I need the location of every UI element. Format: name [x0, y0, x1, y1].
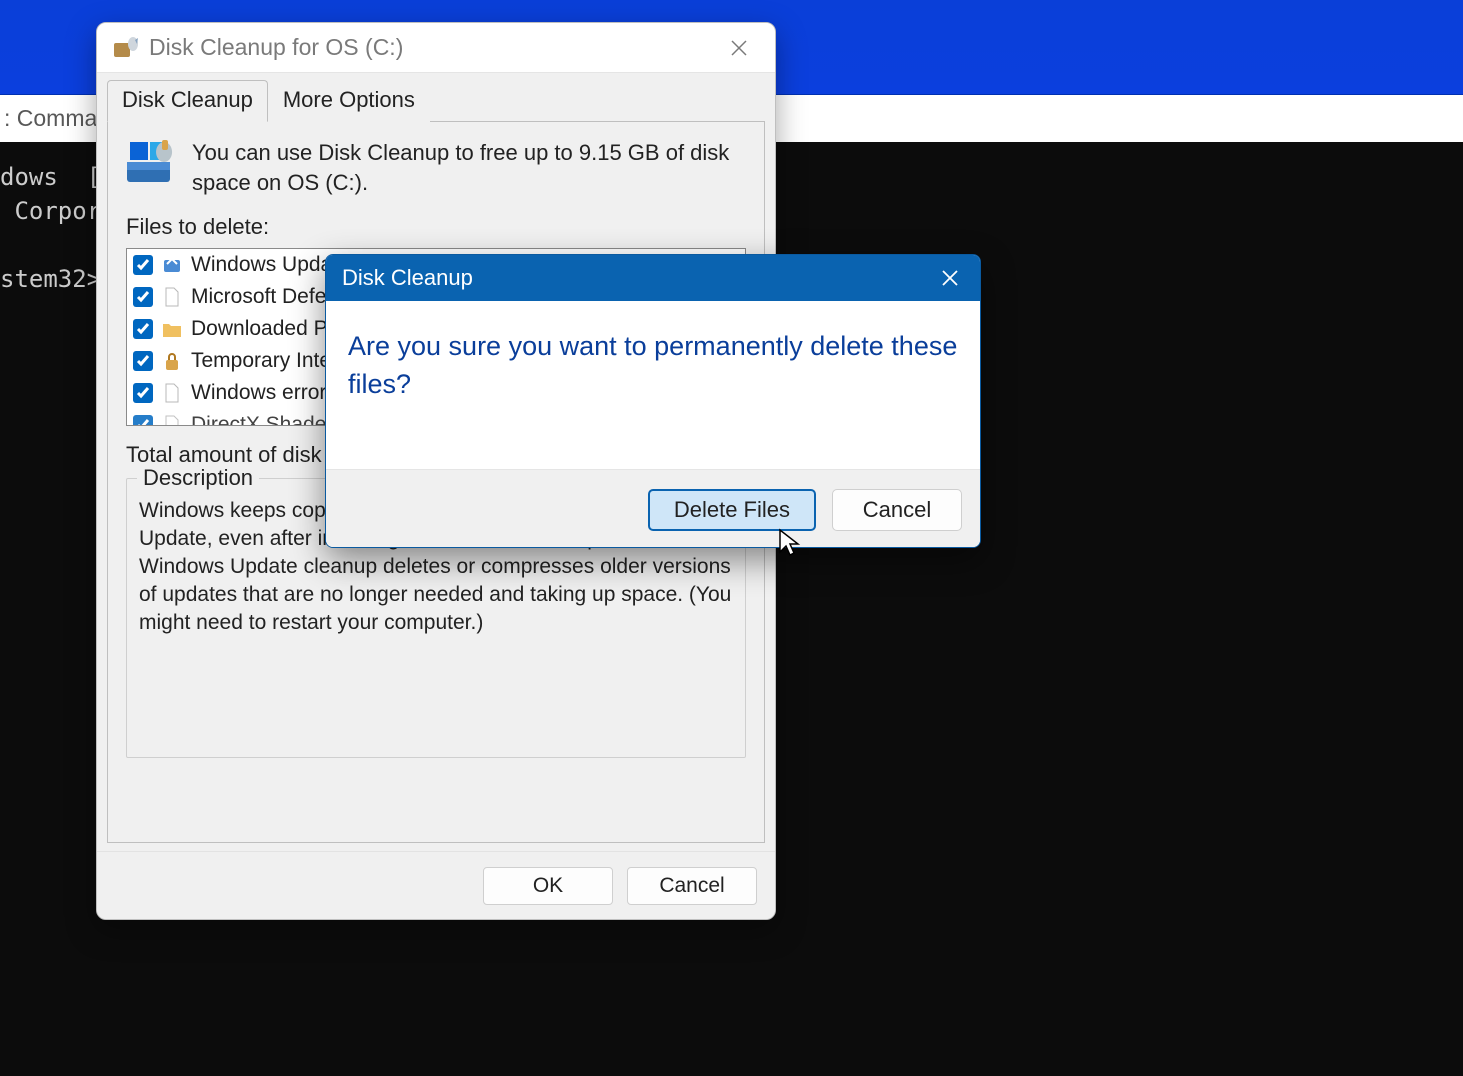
cancel-button[interactable]: Cancel: [627, 867, 757, 905]
cursor-icon: [778, 528, 802, 558]
tab-disk-cleanup[interactable]: Disk Cleanup: [107, 80, 268, 122]
file-icon: [161, 414, 183, 426]
list-item-label: Downloaded P: [191, 317, 328, 341]
confirm-button-row: Delete Files Cancel: [326, 469, 980, 548]
files-to-delete-label: Files to delete:: [126, 214, 750, 240]
drive-cleanup-icon: [126, 140, 178, 184]
checkbox-icon[interactable]: [133, 351, 153, 371]
close-button[interactable]: [711, 27, 767, 69]
confirm-body: Are you sure you want to permanently del…: [326, 301, 980, 469]
confirm-dialog: Disk Cleanup Are you sure you want to pe…: [325, 254, 981, 548]
checkbox-icon[interactable]: [133, 255, 153, 275]
info-text: You can use Disk Cleanup to free up to 9…: [192, 138, 746, 198]
disk-cleanup-icon: [113, 37, 139, 59]
commandprompt-tab-partial: : Comma: [0, 105, 97, 131]
checkbox-icon[interactable]: [133, 383, 153, 403]
tabs-row: Disk Cleanup More Options: [97, 73, 775, 121]
confirm-title-text: Disk Cleanup: [342, 265, 473, 291]
description-legend: Description: [137, 465, 259, 491]
delete-files-button[interactable]: Delete Files: [648, 489, 816, 531]
lock-icon: [161, 350, 183, 372]
dialog-button-row: OK Cancel: [97, 851, 775, 919]
list-item-label: Windows error: [191, 381, 326, 405]
confirm-titlebar[interactable]: Disk Cleanup: [326, 255, 980, 301]
file-icon: [161, 286, 183, 308]
list-item-label: Windows Upda: [191, 253, 332, 277]
checkbox-icon[interactable]: [133, 287, 153, 307]
close-icon[interactable]: [932, 260, 968, 296]
list-item-label: Temporary Inte: [191, 349, 331, 373]
list-item-label: Microsoft Defe: [191, 285, 326, 309]
confirm-question: Are you sure you want to permanently del…: [348, 327, 958, 403]
checkbox-icon[interactable]: [133, 319, 153, 339]
info-line: You can use Disk Cleanup to free up to 9…: [126, 138, 746, 198]
windows-update-icon: [161, 254, 183, 276]
ok-button[interactable]: OK: [483, 867, 613, 905]
file-icon: [161, 382, 183, 404]
disk-cleanup-title: Disk Cleanup for OS (C:): [149, 34, 711, 61]
confirm-cancel-button[interactable]: Cancel: [832, 489, 962, 531]
disk-cleanup-titlebar[interactable]: Disk Cleanup for OS (C:): [97, 23, 775, 73]
folder-icon: [161, 318, 183, 340]
checkbox-icon[interactable]: [133, 415, 153, 426]
tab-more-options[interactable]: More Options: [268, 80, 430, 122]
list-item-label: DirectX Shade: [191, 413, 326, 426]
